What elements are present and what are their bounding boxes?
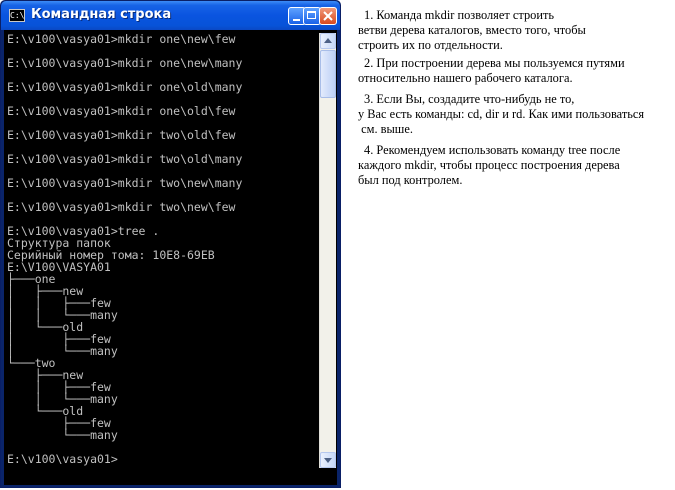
note-line: 3. Если Вы, создадите что-нибудь не то, (364, 92, 575, 106)
console-window: C:\ Командная строка E:\v100\vasya01>mkd… (0, 0, 341, 488)
note-line: ветви дерева каталогов, вместо того, что… (358, 23, 586, 37)
note-line: относительно нашего рабочего каталога. (358, 71, 573, 85)
note-1: 1. Команда mkdir позволяет строить ветви … (358, 8, 586, 53)
maximize-icon (307, 11, 316, 19)
note-2: 2. При построении дерева мы пользуемся п… (358, 56, 625, 86)
minimize-icon (293, 19, 300, 21)
arrow-up-icon (324, 38, 332, 43)
console-output[interactable]: E:\v100\vasya01>mkdir one\new\few E:\v100… (7, 33, 319, 482)
note-4: 4. Рекомендуем использовать команду tree… (358, 143, 620, 188)
vertical-scrollbar[interactable] (319, 33, 336, 468)
console-line: E:\v100\vasya01>mkdir one\old\many (7, 80, 243, 94)
arrow-down-icon (324, 458, 332, 463)
console-line: E:\v100\vasya01>mkdir two\old\few (7, 128, 236, 142)
note-line: 2. При построении дерева мы пользуемся п… (364, 56, 625, 70)
close-button[interactable] (319, 7, 337, 25)
scroll-up-button[interactable] (320, 33, 336, 49)
console-line: E:\v100\vasya01>mkdir one\new\few (7, 33, 236, 46)
note-line: каждого mkdir, чтобы процесс построения … (358, 158, 620, 172)
note-line: 1. Команда mkdir позволяет строить (364, 8, 555, 22)
console-line: E:\v100\vasya01>mkdir one\new\many (7, 56, 243, 70)
console-frame: E:\v100\vasya01>mkdir one\new\few E:\v100… (4, 30, 337, 485)
note-line: у Вас есть команды: cd, dir и rd. Как им… (358, 107, 645, 121)
scrollbar-thumb[interactable] (320, 50, 336, 98)
note-line: был под контролем. (358, 173, 463, 187)
console-line: E:\v100\vasya01>mkdir two\old\many (7, 152, 243, 166)
title-bar[interactable]: C:\ Командная строка (1, 1, 340, 30)
console-line: E:\v100\vasya01> (7, 452, 118, 466)
note-3: 3. Если Вы, создадите что-нибудь не то, у… (358, 92, 644, 137)
console-line: E:\v100\vasya01>mkdir one\old\few (7, 104, 236, 118)
console-line: E:\v100\vasya01>mkdir two\new\many (7, 176, 243, 190)
note-line: строить их по отдельности. (358, 38, 503, 52)
window-title: Командная строка (31, 7, 172, 22)
console-line: └───many (7, 428, 118, 442)
close-icon (323, 11, 333, 21)
scroll-down-button[interactable] (320, 452, 336, 468)
console-app-icon[interactable]: C:\ (9, 9, 25, 22)
note-line: см. выше. (358, 122, 413, 136)
console-line: E:\v100\vasya01>mkdir two\new\few (7, 200, 236, 214)
note-line: 4. Рекомендуем использовать команду tree… (364, 143, 621, 157)
